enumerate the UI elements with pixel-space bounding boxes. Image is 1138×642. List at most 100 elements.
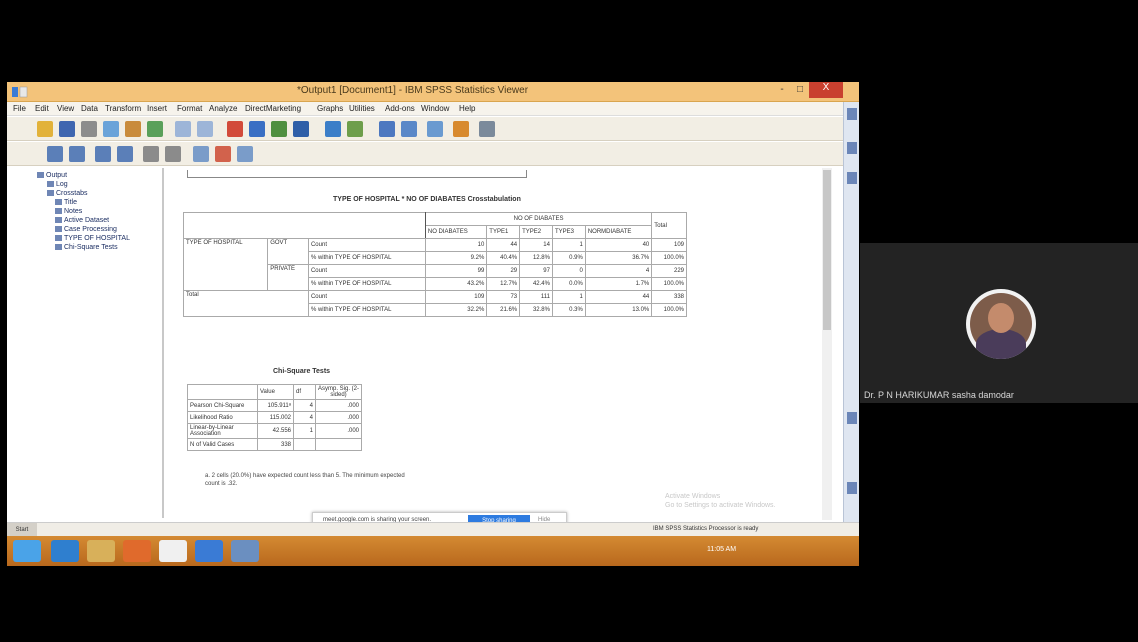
redo-icon[interactable] — [197, 121, 213, 137]
main-toolbar — [7, 117, 859, 141]
menu-bar: File Edit View Data Transform Insert For… — [7, 102, 859, 116]
use-sets-icon[interactable] — [427, 121, 443, 137]
chisq-footnote: a. 2 cells (20.0%) have expected count l… — [205, 473, 405, 487]
designate-window-icon[interactable] — [453, 121, 469, 137]
ie-icon[interactable] — [51, 540, 79, 562]
tree-label: Case Processing — [64, 226, 117, 233]
menu-utilities[interactable]: Utilities — [349, 104, 375, 113]
cell: 115.002 — [257, 411, 294, 424]
tree-item-active-dataset[interactable]: Active Dataset — [55, 217, 109, 224]
save-icon[interactable] — [59, 121, 75, 137]
tree-item-case-processing[interactable]: Case Processing — [55, 226, 117, 233]
menu-addons[interactable]: Add-ons — [385, 104, 415, 113]
tree-item-output[interactable]: Output — [37, 172, 67, 179]
tree-item-type-of-hospital[interactable]: TYPE OF HOSPITAL — [55, 235, 130, 242]
cell: .000 — [315, 411, 362, 424]
cell: 0.9% — [551, 251, 586, 265]
cell: 42.4% — [519, 277, 553, 291]
spss-taskbar-icon[interactable] — [231, 540, 259, 562]
scrollbar-thumb[interactable] — [823, 170, 831, 330]
undo-icon[interactable] — [175, 121, 191, 137]
value-labels-icon[interactable] — [401, 121, 417, 137]
print-preview-icon[interactable] — [103, 121, 119, 137]
log-icon — [47, 181, 54, 188]
chrome-icon[interactable] — [195, 540, 223, 562]
promote-icon[interactable] — [47, 146, 63, 162]
tree-item-chi-square[interactable]: Chi-Square Tests — [55, 244, 118, 251]
goto-case-icon[interactable] — [249, 121, 265, 137]
row-label: Linear-by-Linear Association — [187, 423, 258, 439]
strip-icon[interactable] — [847, 412, 857, 424]
weight-icon[interactable] — [325, 121, 341, 137]
chart-icon[interactable] — [271, 121, 287, 137]
tree-item-log[interactable]: Log — [47, 181, 68, 188]
show-icon[interactable] — [143, 146, 159, 162]
menu-analyze[interactable]: Analyze — [209, 104, 237, 113]
menu-insert[interactable]: Insert — [147, 104, 167, 113]
select-cases-icon[interactable] — [379, 121, 395, 137]
cell: 99 — [424, 264, 488, 278]
insert-heading-icon[interactable] — [193, 146, 209, 162]
print-icon[interactable] — [81, 121, 97, 137]
minimize-button[interactable]: - — [773, 84, 791, 100]
cell: 42.556 — [257, 423, 294, 439]
cell: 13.0% — [584, 303, 653, 317]
col-header — [187, 384, 258, 400]
col-header: df — [293, 384, 316, 400]
insert-text-icon[interactable] — [237, 146, 253, 162]
menu-edit[interactable]: Edit — [35, 104, 49, 113]
strip-icon[interactable] — [847, 142, 857, 154]
media-icon[interactable] — [123, 540, 151, 562]
export-icon[interactable] — [125, 121, 141, 137]
tree-label: Output — [46, 172, 68, 179]
insert-title-icon[interactable] — [215, 146, 231, 162]
expand-icon[interactable] — [95, 146, 111, 162]
tree-item-title[interactable]: Title — [55, 199, 77, 206]
demote-icon[interactable] — [69, 146, 85, 162]
tree-label: Log — [56, 181, 68, 188]
tree-label: Active Dataset — [64, 217, 110, 224]
tree-item-crosstabs[interactable]: Crosstabs — [47, 190, 88, 197]
pivot-icon[interactable] — [479, 121, 495, 137]
table-row: N of Valid Cases 338 — [187, 438, 362, 451]
strip-icon[interactable] — [847, 482, 857, 494]
cell: 14 — [519, 238, 553, 252]
hide-icon[interactable] — [165, 146, 181, 162]
cell — [315, 438, 362, 451]
chisq-title: Chi-Square Tests — [273, 368, 331, 375]
cell: 44 — [486, 238, 521, 252]
windows-start-icon[interactable] — [13, 540, 41, 562]
explorer-icon[interactable] — [87, 540, 115, 562]
cell: 0.0% — [551, 277, 586, 291]
goto-data-icon[interactable] — [227, 121, 243, 137]
menu-data[interactable]: Data — [81, 104, 98, 113]
cell: 100.0% — [651, 277, 687, 291]
menu-transform[interactable]: Transform — [105, 104, 141, 113]
row-group: PRIVATE — [267, 264, 309, 291]
open-icon[interactable] — [37, 121, 53, 137]
tree-item-notes[interactable]: Notes — [55, 208, 82, 215]
menu-file[interactable]: File — [13, 104, 26, 113]
strip-icon[interactable] — [847, 172, 857, 184]
menu-graphs[interactable]: Graphs — [317, 104, 343, 113]
split-icon[interactable] — [347, 121, 363, 137]
recall-dialog-icon[interactable] — [147, 121, 163, 137]
menu-view[interactable]: View — [57, 104, 74, 113]
content-vertical-scrollbar[interactable] — [822, 168, 832, 520]
menu-directmarketing[interactable]: DirectMarketing — [245, 104, 301, 113]
stat-label: % within TYPE OF HOSPITAL — [307, 251, 426, 265]
system-clock[interactable]: 11:05 AM — [707, 546, 736, 553]
watermark-line: Go to Settings to activate Windows. — [665, 502, 776, 509]
menu-help[interactable]: Help — [459, 104, 475, 113]
variables-icon[interactable] — [293, 121, 309, 137]
close-button[interactable]: X — [809, 82, 843, 98]
cell: 100.0% — [651, 251, 687, 265]
paint-icon[interactable] — [159, 540, 187, 562]
cell: 32.8% — [519, 303, 553, 317]
menu-format[interactable]: Format — [177, 104, 202, 113]
collapse-icon[interactable] — [117, 146, 133, 162]
strip-icon[interactable] — [847, 108, 857, 120]
status-text: IBM SPSS Statistics Processor is ready — [653, 526, 759, 532]
menu-window[interactable]: Window — [421, 104, 449, 113]
maximize-button[interactable]: □ — [791, 84, 809, 100]
